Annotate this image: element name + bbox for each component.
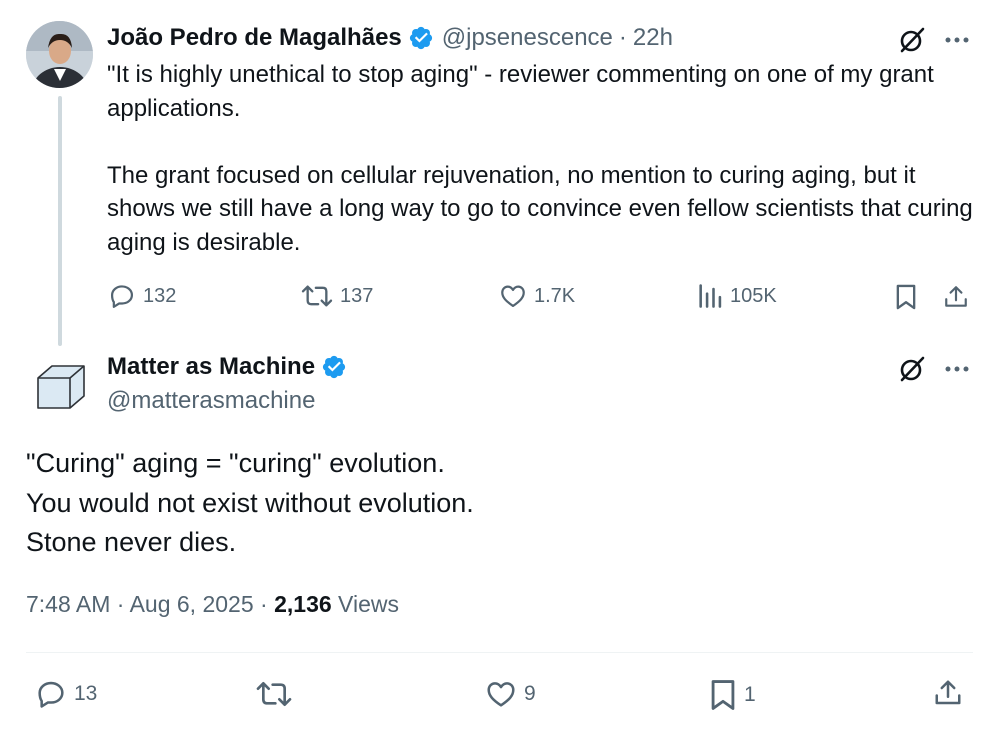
like-count: 1.7K bbox=[534, 284, 576, 307]
like-count: 9 bbox=[524, 682, 536, 705]
repost-button[interactable]: 137 bbox=[300, 282, 373, 310]
like-icon bbox=[501, 285, 525, 308]
main-author-row: Matter as Machine bbox=[107, 353, 347, 381]
views-button[interactable]: 105K bbox=[696, 282, 777, 310]
thread-connector-line bbox=[58, 96, 62, 346]
main-tweet-text: "Curing" aging = "curing" evolution. You… bbox=[26, 448, 474, 557]
author-name[interactable]: João Pedro de Magalhães bbox=[107, 24, 402, 52]
views-icon bbox=[699, 284, 722, 308]
more-icon[interactable] bbox=[942, 357, 972, 381]
author-handle[interactable]: @jpsenescence bbox=[442, 24, 613, 52]
separator-dot: · bbox=[116, 591, 125, 617]
repost-icon[interactable] bbox=[254, 678, 294, 710]
verified-badge-icon bbox=[321, 354, 347, 380]
views-count: 2,136 bbox=[274, 591, 332, 617]
bookmark-button[interactable]: 1 bbox=[708, 678, 756, 712]
grok-icon[interactable] bbox=[896, 353, 928, 385]
tweet-time[interactable]: 7:48 AM bbox=[26, 591, 110, 617]
reply-button[interactable]: 132 bbox=[107, 282, 176, 310]
author-handle[interactable]: @matterasmachine bbox=[107, 387, 315, 415]
views-count: 105K bbox=[730, 284, 777, 307]
like-button[interactable]: 1.7K bbox=[498, 282, 575, 310]
timestamp[interactable]: 22h bbox=[633, 24, 673, 52]
author-avatar[interactable] bbox=[26, 21, 93, 88]
tweet-meta: 7:48 AM · Aug 6, 2025 · 2,136 Views bbox=[26, 591, 399, 618]
grok-icon[interactable] bbox=[896, 24, 928, 56]
like-button[interactable]: 9 bbox=[484, 678, 536, 710]
share-icon[interactable] bbox=[930, 676, 966, 710]
reply-author-row: João Pedro de Magalhães @jpsenescence · … bbox=[107, 24, 673, 52]
bookmark-icon[interactable] bbox=[890, 282, 922, 312]
more-icon[interactable] bbox=[942, 28, 972, 52]
like-icon bbox=[487, 682, 515, 707]
main-handle-row: @matterasmachine bbox=[107, 387, 315, 415]
reply-count: 13 bbox=[74, 682, 98, 705]
author-name[interactable]: Matter as Machine bbox=[107, 353, 315, 381]
reply-button[interactable]: 13 bbox=[34, 678, 97, 710]
bookmark-count: 1 bbox=[744, 683, 756, 706]
tweet-date[interactable]: Aug 6, 2025 bbox=[130, 591, 254, 617]
separator-dot: · bbox=[618, 24, 627, 51]
cube-avatar-icon[interactable] bbox=[26, 352, 93, 419]
reply-tweet-text: "It is highly unethical to stop aging" -… bbox=[107, 61, 973, 256]
repost-count: 137 bbox=[340, 284, 374, 307]
repost-icon bbox=[301, 285, 333, 307]
separator-dot: · bbox=[260, 591, 268, 617]
divider bbox=[26, 652, 973, 653]
bookmark-icon bbox=[711, 680, 735, 710]
reply-icon bbox=[38, 681, 64, 708]
reply-icon bbox=[110, 285, 134, 308]
views-label: Views bbox=[338, 591, 399, 617]
verified-badge-icon bbox=[408, 25, 434, 51]
share-icon[interactable] bbox=[940, 282, 972, 312]
reply-count: 132 bbox=[143, 284, 177, 307]
